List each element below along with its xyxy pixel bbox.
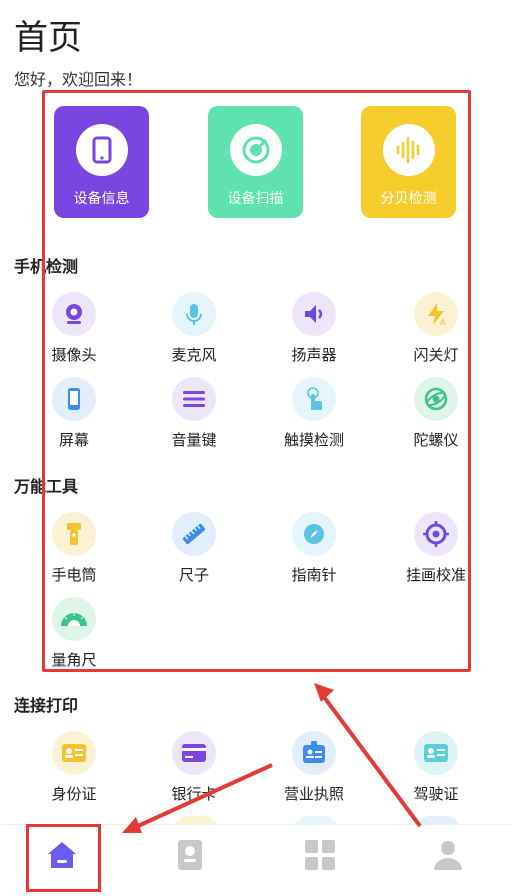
page-title: 首页 <box>14 18 82 58</box>
id-card-icon <box>52 731 96 775</box>
grid-item-label: 驾驶证 <box>413 785 459 803</box>
grid-item-bank-card[interactable]: 银行卡 <box>144 731 244 804</box>
welcome-text: 您好，欢迎回来！ <box>14 70 143 89</box>
grid-icon <box>305 840 335 870</box>
grid-item-label: 银行卡 <box>171 785 217 803</box>
nav-contacts[interactable] <box>170 835 210 875</box>
grid-item-id-card[interactable]: 身份证 <box>24 731 124 804</box>
nav-apps[interactable] <box>300 835 340 875</box>
grid-item-label: 营业执照 <box>283 785 344 803</box>
driver-license-icon <box>414 731 458 775</box>
user-icon <box>434 841 462 870</box>
section-title-print: 连接打印 <box>14 696 79 715</box>
bank-card-icon <box>172 731 216 775</box>
highlight-box <box>42 90 471 672</box>
grid-item-driver-license[interactable]: 驾驶证 <box>386 731 486 804</box>
grid-item-label: 身份证 <box>51 785 97 803</box>
nav-profile[interactable] <box>428 835 468 875</box>
contact-card-icon <box>178 840 202 870</box>
business-license-icon <box>292 731 336 775</box>
grid-item-business-license[interactable]: 营业执照 <box>264 731 364 804</box>
nav-highlight-box <box>26 824 101 892</box>
